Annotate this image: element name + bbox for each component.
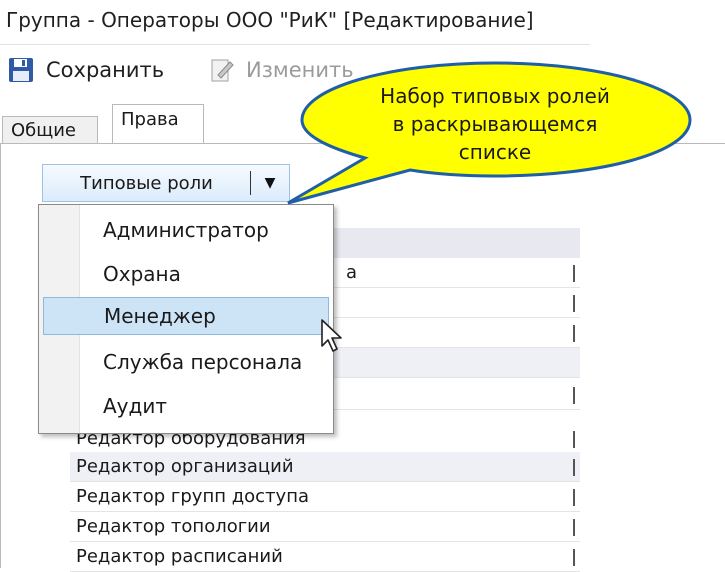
menu-item-label: Служба персонала: [103, 350, 303, 374]
annotation-callout: Набор типовых ролей в раскрывающемся спи…: [270, 58, 725, 212]
grid-row[interactable]: Редактор топологии: [70, 512, 580, 542]
save-button[interactable]: Сохранить: [8, 53, 164, 87]
grid-cell-marker: [573, 459, 575, 476]
grid-row[interactable]: Редактор организаций: [70, 452, 580, 482]
mouse-pointer-icon: [321, 319, 342, 352]
grid-cell-marker: [573, 549, 575, 566]
floppy-disk-icon: [9, 58, 33, 82]
callout-text: Набор типовых ролей в раскрывающемся спи…: [350, 82, 640, 166]
grid-cell-marker: [573, 489, 575, 506]
grid-cell-marker: [573, 519, 575, 536]
tab-general[interactable]: Общие: [2, 116, 98, 144]
tab-rights[interactable]: Права: [112, 104, 204, 144]
menu-item-audit[interactable]: Аудит: [43, 387, 329, 425]
grid-row[interactable]: Редактор групп доступа: [70, 482, 580, 512]
typical-roles-label: Типовые роли: [80, 172, 213, 194]
grid-cell-marker: [573, 295, 575, 312]
grid-row-label: Редактор расписаний: [76, 546, 283, 567]
menu-item-label: Аудит: [103, 394, 167, 418]
typical-roles-split-button[interactable]: Типовые роли ▼: [42, 164, 290, 202]
grid-row-label: Редактор топологии: [76, 516, 271, 537]
typical-roles-dropdown: Администратор Охрана Менеджер Служба пер…: [38, 204, 334, 434]
tab-rights-label: Права: [121, 109, 179, 130]
menu-item-hr-service[interactable]: Служба персонала: [43, 343, 329, 381]
tab-general-label: Общие: [11, 120, 76, 141]
grid-cell-marker: [573, 387, 575, 404]
panel-left-border: [0, 143, 1, 568]
grid-row-partial-text: а: [346, 262, 358, 283]
menu-item-administrator[interactable]: Администратор: [43, 211, 329, 249]
menu-item-label: Администратор: [103, 218, 269, 242]
window-titlebar: Группа - Операторы ООО "РиК" [Редактиров…: [0, 0, 590, 45]
edit-document-icon: [211, 59, 234, 82]
callout-line-3: списке: [458, 140, 532, 164]
grid-cell-marker: [573, 325, 575, 342]
menu-item-label: Менеджер: [104, 304, 216, 328]
menu-item-security[interactable]: Охрана: [43, 255, 329, 293]
callout-line-1: Набор типовых ролей: [380, 84, 610, 108]
grid-cell-marker: [573, 431, 575, 448]
window-title: Группа - Операторы ООО "РиК" [Редактиров…: [6, 8, 534, 32]
menu-item-manager[interactable]: Менеджер: [43, 297, 329, 335]
grid-row-label: Редактор организаций: [76, 456, 294, 477]
save-button-label: Сохранить: [46, 58, 165, 82]
callout-line-2: в раскрывающемся: [392, 112, 598, 136]
grid-row-label: Редактор групп доступа: [76, 486, 310, 507]
grid-cell-marker: [573, 265, 575, 282]
menu-item-label: Охрана: [103, 262, 181, 286]
